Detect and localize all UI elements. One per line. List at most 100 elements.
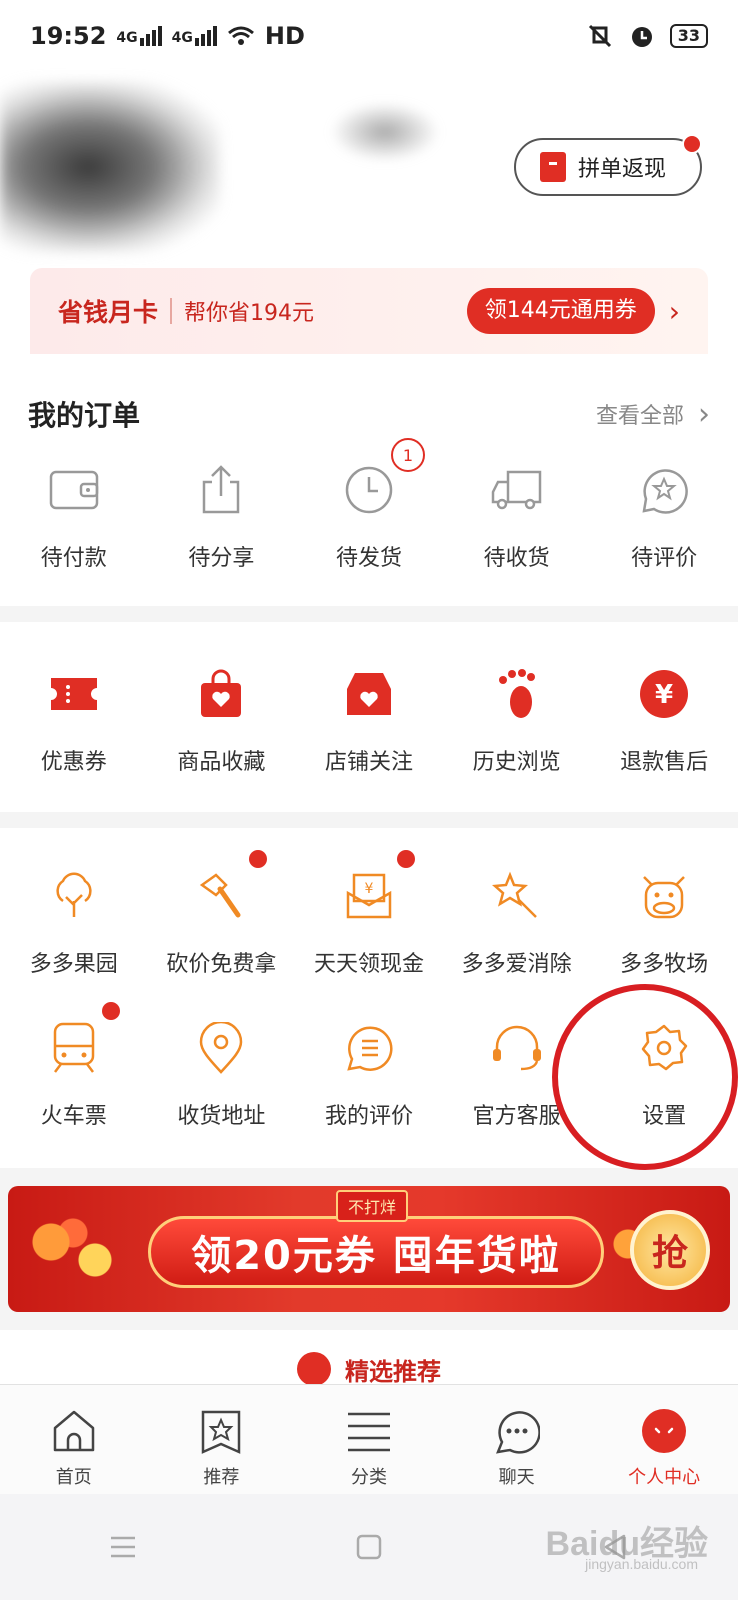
menu-icon[interactable] bbox=[103, 1527, 143, 1567]
order-pending-shipment[interactable]: 1 待发货 bbox=[295, 438, 442, 572]
headset-icon bbox=[489, 1020, 545, 1076]
promo-banner[interactable]: 领20元券 囤年货啦 不打烊 抢 bbox=[8, 1186, 730, 1312]
alarm-icon bbox=[631, 27, 652, 47]
truck-icon bbox=[489, 462, 545, 518]
group-rebate-label: 拼单返现 bbox=[578, 157, 667, 182]
service-my-reviews[interactable]: 我的评价 bbox=[295, 1020, 442, 1130]
service-ranch[interactable]: 多多牧场 bbox=[591, 868, 738, 978]
tab-category[interactable]: 分类 bbox=[295, 1407, 442, 1489]
watermark-url: jingyan.baidu.com bbox=[585, 1556, 698, 1572]
heart-icon bbox=[297, 1352, 331, 1386]
banner-decoration bbox=[18, 1206, 128, 1296]
service-settings[interactable]: 设置 bbox=[591, 1020, 738, 1130]
service-eliminate[interactable]: 多多爱消除 bbox=[443, 868, 590, 978]
banner-text: 领20元券 囤年货啦 bbox=[148, 1216, 604, 1288]
notification-dot bbox=[249, 850, 268, 868]
service-label: 火车票 bbox=[40, 1104, 107, 1129]
service-address[interactable]: 收货地址 bbox=[148, 1020, 295, 1130]
mute-vibrate-icon bbox=[588, 24, 611, 48]
service-train-ticket[interactable]: 火车票 bbox=[0, 1002, 147, 1130]
service-label: 我的评价 bbox=[324, 1104, 413, 1129]
axe-icon bbox=[193, 850, 268, 924]
tab-home[interactable]: 首页 bbox=[0, 1407, 147, 1489]
service-daily-cash[interactable]: ¥ 天天领现金 bbox=[295, 850, 442, 978]
battery-indicator: 33 bbox=[669, 24, 708, 48]
view-all-orders-link[interactable]: 查看全部 bbox=[596, 398, 684, 430]
service-label: 收货地址 bbox=[177, 1104, 266, 1129]
order-pending-payment[interactable]: 待付款 bbox=[0, 462, 147, 572]
signal-2-icon: 4G bbox=[172, 26, 217, 46]
share-icon bbox=[193, 462, 249, 518]
notification-dot bbox=[396, 850, 415, 868]
tree-icon bbox=[46, 868, 102, 924]
tab-chat[interactable]: 聊天 bbox=[443, 1407, 590, 1489]
service-label: 多多牧场 bbox=[620, 952, 709, 977]
tool-history[interactable]: 历史浏览 bbox=[443, 666, 590, 776]
money-saving-card[interactable]: 省钱月卡 帮你省194元 领144元通用券 › bbox=[30, 268, 708, 354]
tab-profile[interactable]: 个人中心 bbox=[591, 1407, 738, 1489]
bottom-tab-bar: 首页 推荐 分类 聊天 个人中心 bbox=[0, 1384, 738, 1494]
recommend-title: 精选推荐 bbox=[345, 1358, 441, 1386]
order-pending-receipt[interactable]: 待收货 bbox=[443, 462, 590, 572]
status-bar: 19:52 4G 4G HD 33 bbox=[0, 0, 738, 72]
train-icon bbox=[46, 1002, 120, 1076]
cow-icon bbox=[636, 868, 692, 924]
store-heart-icon bbox=[341, 666, 397, 722]
profile-header: 拼单返现 省钱月卡 帮你省194元 领144元通用券 › bbox=[0, 72, 738, 362]
orders-title: 我的订单 bbox=[28, 399, 141, 432]
gear-icon bbox=[636, 1020, 692, 1076]
order-pending-review[interactable]: 待评价 bbox=[591, 462, 738, 572]
service-orchard[interactable]: 多多果园 bbox=[0, 868, 147, 978]
order-item-label: 待评价 bbox=[631, 546, 698, 571]
tool-favorites[interactable]: 商品收藏 bbox=[148, 666, 295, 776]
signal-1-icon: 4G bbox=[116, 26, 162, 46]
hd-indicator: HD bbox=[264, 22, 305, 50]
order-count-badge: 1 bbox=[390, 438, 425, 472]
clock-text: 19:52 bbox=[30, 22, 107, 50]
footprint-icon bbox=[489, 666, 545, 722]
service-label: 多多爱消除 bbox=[461, 952, 572, 977]
order-pending-share[interactable]: 待分享 bbox=[148, 462, 295, 572]
divider bbox=[170, 298, 173, 324]
clock-icon: 1 bbox=[341, 438, 425, 518]
tab-label: 聊天 bbox=[498, 1467, 535, 1488]
network-type-2: 4G bbox=[171, 30, 193, 46]
chevron-right-icon[interactable]: › bbox=[698, 397, 710, 432]
service-label: 设置 bbox=[642, 1104, 687, 1129]
tool-followed-stores[interactable]: 店铺关注 bbox=[295, 666, 442, 776]
svg-text:¥: ¥ bbox=[365, 881, 374, 897]
wallet-icon bbox=[46, 462, 102, 518]
tool-coupon[interactable]: 优惠券 bbox=[0, 666, 147, 776]
order-item-label: 待分享 bbox=[188, 546, 255, 571]
network-type-1: 4G bbox=[116, 30, 138, 46]
banner-tag: 不打烊 bbox=[336, 1190, 409, 1222]
services-section: 多多果园 砍价免费拿 ¥ 天天领现金 多多爱消除 多多牧场 火车票 收货地址 我… bbox=[0, 828, 738, 1168]
service-bargain[interactable]: 砍价免费拿 bbox=[148, 850, 295, 978]
service-label: 多多果园 bbox=[29, 952, 118, 977]
notification-dot bbox=[682, 134, 702, 154]
list-icon bbox=[345, 1407, 393, 1455]
service-label: 砍价免费拿 bbox=[166, 952, 277, 977]
home-square-icon[interactable] bbox=[349, 1527, 389, 1567]
chat-icon bbox=[493, 1407, 541, 1455]
service-customer-support[interactable]: 官方客服 bbox=[443, 1020, 590, 1130]
wifi-icon bbox=[227, 26, 254, 45]
tool-label: 商品收藏 bbox=[177, 750, 266, 775]
chevron-right-icon[interactable]: › bbox=[669, 295, 680, 328]
tab-recommend[interactable]: 推荐 bbox=[148, 1407, 295, 1489]
order-item-label: 待发货 bbox=[335, 546, 402, 571]
grab-button[interactable]: 抢 bbox=[630, 1210, 710, 1290]
tool-refund[interactable]: ¥ 退款售后 bbox=[591, 666, 738, 776]
recommend-icon bbox=[197, 1407, 245, 1455]
claim-coupon-button[interactable]: 领144元通用券 bbox=[466, 288, 655, 334]
tool-label: 退款售后 bbox=[620, 750, 709, 775]
profile-icon bbox=[640, 1407, 688, 1455]
tool-label: 店铺关注 bbox=[324, 750, 413, 775]
group-rebate-button[interactable]: 拼单返现 bbox=[514, 134, 702, 196]
yuan-icon: ¥ bbox=[636, 666, 692, 722]
avatar[interactable] bbox=[0, 82, 220, 252]
money-card-title: 省钱月卡 bbox=[58, 298, 159, 327]
tab-label: 推荐 bbox=[203, 1467, 240, 1488]
location-icon bbox=[193, 1020, 249, 1076]
username-blurred bbox=[330, 102, 440, 162]
